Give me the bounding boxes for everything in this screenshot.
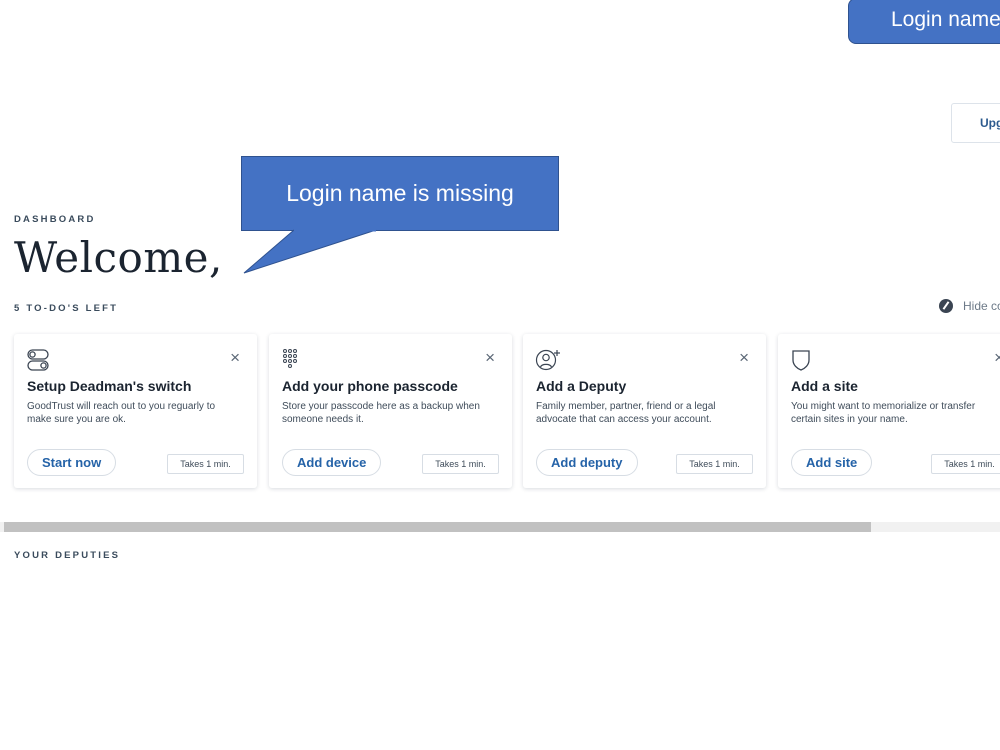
card-description: GoodTrust will reach out to you reguarly… (27, 401, 216, 425)
toggle-switch-icon (26, 348, 50, 377)
card-title: Add a site (791, 378, 858, 394)
page-title: Welcome, (14, 233, 223, 282)
todo-card-deadman: × Setup Deadman's switch GoodTrust will … (14, 334, 257, 488)
add-device-button[interactable]: Add device (282, 449, 382, 476)
hide-completed-label: Hide completed (963, 299, 1000, 313)
scrollbar-thumb[interactable] (4, 522, 871, 532)
todos-left-label: 5 TO-DO'S LEFT (14, 303, 119, 314)
shield-icon (790, 348, 812, 377)
todo-card-deputy: × Add a Deputy Family member, partner, f… (523, 334, 766, 488)
upgrade-button[interactable]: Upgrade (951, 103, 1000, 143)
hide-completed-toggle[interactable]: Hide completed (939, 299, 1000, 313)
horizontal-scrollbar[interactable] (0, 522, 1000, 532)
card-title: Add a Deputy (536, 378, 627, 394)
card-title: Setup Deadman's switch (27, 378, 192, 394)
eye-off-icon (939, 299, 953, 313)
card-description: You might want to memorialize or transfe… (791, 401, 976, 425)
page-kicker: DASHBOARD (14, 214, 96, 225)
annotation-callout-top: Login name is missing (848, 0, 1000, 44)
add-site-button[interactable]: Add site (791, 449, 873, 476)
card-title: Add your phone passcode (282, 378, 458, 394)
close-icon[interactable]: × (485, 348, 495, 368)
card-description: Store your passcode here as a backup whe… (282, 401, 480, 425)
keypad-icon (281, 348, 305, 377)
time-estimate-badge: Takes 1 min. (422, 454, 499, 474)
close-icon[interactable]: × (739, 348, 749, 368)
time-estimate-badge: Takes 1 min. (676, 454, 753, 474)
todo-card-passcode: × Add your phone passcode Store your pas… (269, 334, 512, 488)
time-estimate-badge: Takes 1 min. (167, 454, 244, 474)
close-icon[interactable]: × (230, 348, 240, 368)
todo-card-site: × Add a site You might want to memoriali… (778, 334, 1000, 488)
time-estimate-badge: Takes 1 min. (931, 454, 1000, 474)
callout-pointer (243, 229, 377, 274)
annotation-callout-mid: Login name is missing (241, 156, 559, 231)
close-icon[interactable]: × (994, 348, 1000, 368)
add-deputy-button[interactable]: Add deputy (536, 449, 638, 476)
deputies-heading: YOUR DEPUTIES (14, 550, 121, 561)
start-now-button[interactable]: Start now (27, 449, 117, 476)
add-person-icon (535, 348, 561, 377)
card-description: Family member, partner, friend or a lega… (536, 401, 716, 425)
